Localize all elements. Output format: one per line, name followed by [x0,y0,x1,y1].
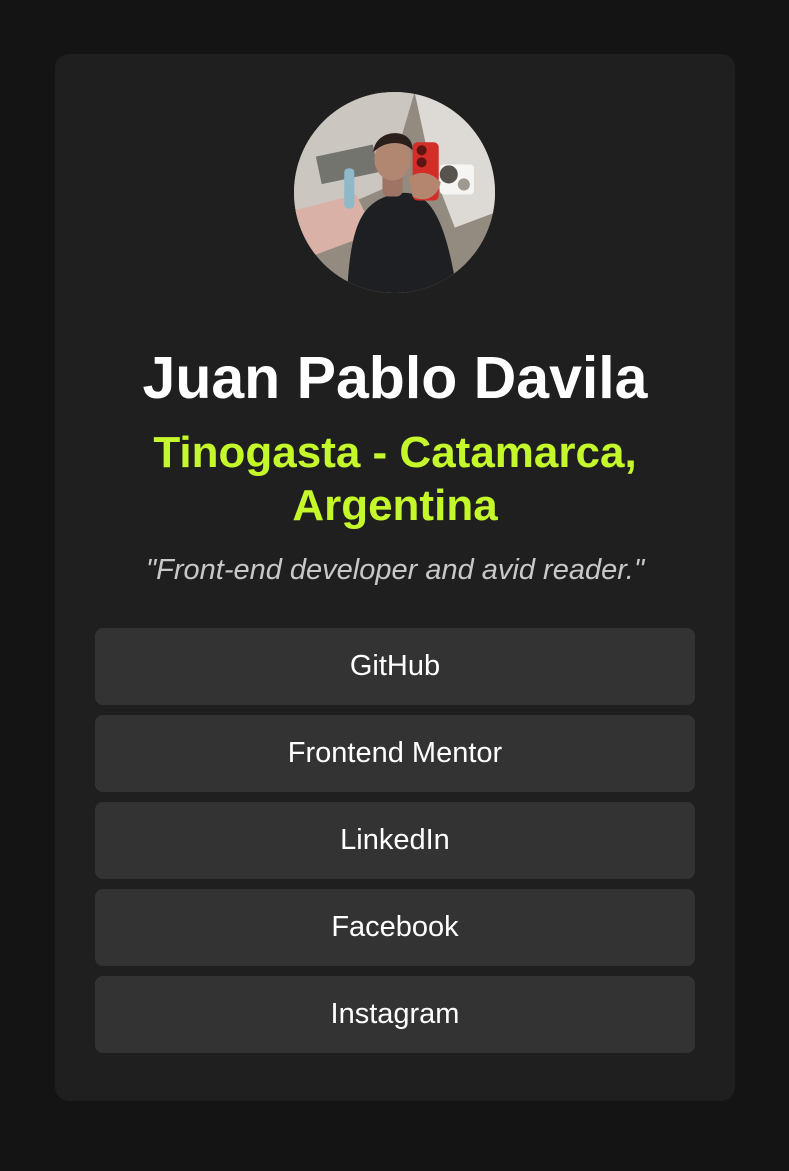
facebook-link-button[interactable]: Facebook [95,889,695,966]
profile-name: Juan Pablo Davila [142,345,648,411]
profile-location: Tinogasta - Catamarca, Argentina [153,428,637,530]
social-link-item: LinkedIn [95,802,695,879]
social-link-item: GitHub [95,628,695,705]
social-link-item: Facebook [95,889,695,966]
profile-card: Juan Pablo Davila Tinogasta - Catamarca,… [55,54,735,1101]
instagram-link-button[interactable]: Instagram [95,976,695,1053]
github-link-button[interactable]: GitHub [95,628,695,705]
frontend-mentor-link-button[interactable]: Frontend Mentor [95,715,695,792]
profile-bio: "Front-end developer and avid reader." [145,554,645,586]
profile-avatar [294,92,495,293]
social-links-list: GitHub Frontend Mentor LinkedIn Facebook… [95,628,695,1063]
profile-photo-icon [294,92,495,293]
social-link-item: Instagram [95,976,695,1053]
social-link-item: Frontend Mentor [95,715,695,792]
linkedin-link-button[interactable]: LinkedIn [95,802,695,879]
